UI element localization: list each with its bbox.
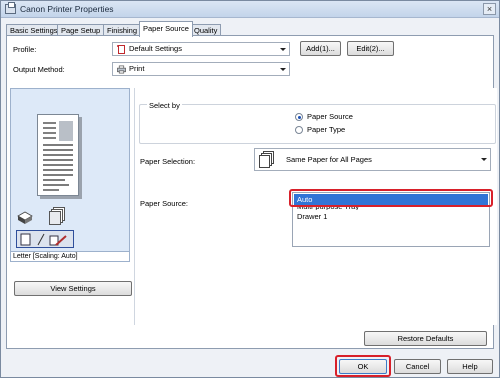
paper-tray-icon (17, 211, 33, 224)
radio-unselected-icon (295, 126, 303, 134)
chevron-down-icon (280, 48, 286, 51)
title-bar: Canon Printer Properties × (1, 1, 499, 18)
printer-properties-window: Canon Printer Properties × Basic Setting… (0, 0, 500, 378)
stacked-pages-icon (49, 207, 65, 225)
output-method-dropdown[interactable]: Print (112, 62, 290, 76)
print-style-toolbar[interactable] (16, 230, 74, 248)
profile-add-button[interactable]: Add(1)... (300, 41, 341, 56)
profile-value: Default Settings (129, 44, 182, 53)
radio-selected-icon (295, 113, 303, 121)
profile-label: Profile: (13, 45, 37, 54)
select-by-label: Select by (147, 101, 182, 110)
help-button[interactable]: Help (447, 359, 493, 374)
restore-defaults-button[interactable]: Restore Defaults (364, 331, 487, 346)
paper-selection-value: Same Paper for All Pages (286, 155, 372, 164)
paper-source-label: Paper Source: (140, 199, 188, 208)
view-settings-button[interactable]: View Settings (14, 281, 132, 296)
radio-paper-source-label: Paper Source (307, 112, 353, 121)
chevron-down-icon (481, 158, 487, 161)
printer-app-icon (5, 2, 16, 14)
profile-edit-button[interactable]: Edit(2)... (347, 41, 394, 56)
window-title: Canon Printer Properties (20, 4, 114, 14)
preview-caption: Letter [Scaling: Auto] (10, 251, 130, 262)
ok-highlight (335, 355, 391, 377)
paper-source-highlight (289, 189, 493, 207)
printer-icon (117, 65, 126, 74)
list-item[interactable]: Drawer 1 (297, 212, 327, 221)
chevron-down-icon (280, 68, 286, 71)
tab-paper-source[interactable]: Paper Source (139, 21, 193, 37)
select-by-group (139, 104, 496, 144)
profile-dropdown[interactable]: Default Settings (112, 42, 290, 56)
paper-selection-label: Paper Selection: (140, 157, 196, 166)
profile-doc-icon (117, 45, 125, 54)
paper-selection-dropdown[interactable]: Same Paper for All Pages (254, 148, 491, 171)
close-button[interactable]: × (483, 3, 496, 15)
cancel-button[interactable]: Cancel (394, 359, 441, 374)
output-method-label: Output Method: (13, 65, 65, 74)
edit-pencil-icon (20, 233, 67, 246)
output-method-value: Print (129, 64, 145, 73)
preview-pane (10, 88, 130, 260)
paper-stack-icon (259, 151, 274, 168)
page-preview-icon (37, 114, 82, 199)
radio-paper-type-label: Paper Type (307, 125, 346, 134)
